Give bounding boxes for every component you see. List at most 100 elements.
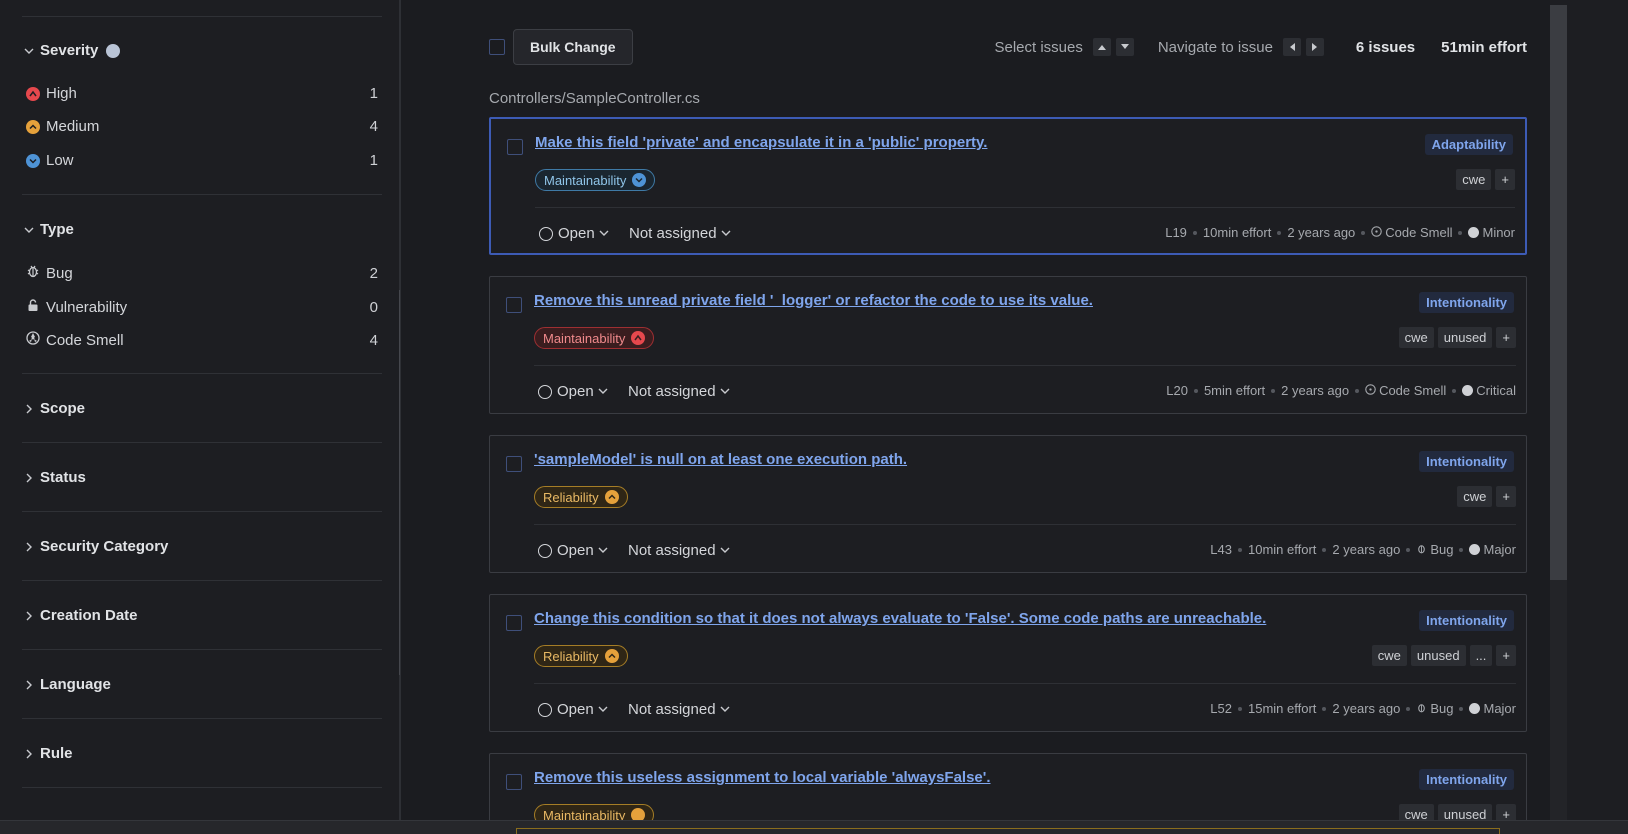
facet-item-type-code-smell[interactable]: Code Smell 4 [26, 331, 378, 349]
lock-icon [26, 298, 40, 316]
facet-title: Status [40, 469, 86, 486]
status-label: Open [557, 542, 594, 559]
issue-title-link[interactable]: 'sampleModel' is null on at least one ex… [534, 451, 907, 468]
chevron-down-icon [598, 701, 608, 718]
assignee-label: Not assigned [628, 383, 716, 400]
issue-tags[interactable]: cwe unused ... + [1371, 645, 1516, 666]
chevron-right-icon [22, 471, 36, 485]
assignee-label: Not assigned [628, 701, 716, 718]
divider [22, 718, 382, 719]
facet-status-header[interactable]: Status [22, 469, 86, 486]
clean-code-attribute-badge: Intentionality [1419, 769, 1514, 790]
divider [22, 194, 382, 195]
issue-age[interactable]: 2 years ago [1332, 542, 1400, 557]
chevron-down-icon [22, 44, 36, 58]
chevron-down-icon [720, 542, 730, 559]
status-dropdown[interactable]: Open [538, 383, 608, 400]
code-smell-icon [26, 331, 40, 349]
assignee-dropdown[interactable]: Not assigned [628, 383, 730, 400]
issue-checkbox[interactable] [507, 139, 523, 155]
issue-card[interactable]: Remove this unread private field '_logge… [489, 276, 1527, 414]
arrow-up-icon[interactable] [1092, 38, 1111, 56]
arrow-right-icon[interactable] [1305, 38, 1324, 56]
facet-item-type-bug[interactable]: Bug 2 [26, 264, 378, 282]
assignee-dropdown[interactable]: Not assigned [628, 542, 730, 559]
bulk-change-button[interactable]: Bulk Change [513, 29, 633, 65]
issue-effort: 15min effort [1247, 701, 1317, 716]
issue-card[interactable]: Make this field 'private' and encapsulat… [489, 117, 1527, 255]
open-status-icon [538, 543, 552, 558]
severity-icon [1468, 227, 1480, 238]
facet-item-type-vulnerability[interactable]: Vulnerability 0 [26, 298, 378, 316]
more-tags-button[interactable]: ... [1469, 645, 1493, 666]
clean-code-attribute-badge: Intentionality [1419, 610, 1514, 631]
status-dropdown[interactable]: Open [538, 701, 608, 718]
facet-item-count: 4 [369, 331, 378, 349]
issue-title-link[interactable]: Remove this unread private field '_logge… [534, 292, 1093, 309]
facet-type-header[interactable]: Type [22, 221, 74, 238]
issue-line[interactable]: L19 [1165, 225, 1187, 240]
add-tag-button[interactable]: + [1496, 486, 1516, 507]
tag: cwe [1456, 169, 1492, 190]
arrow-down-icon[interactable] [1115, 38, 1134, 56]
issue-age[interactable]: 2 years ago [1332, 701, 1400, 716]
issue-title-link[interactable]: Make this field 'private' and encapsulat… [535, 134, 987, 151]
assignee-dropdown[interactable]: Not assigned [628, 701, 730, 718]
issue-line[interactable]: L20 [1166, 383, 1188, 398]
issue-tags[interactable]: cwe + [1457, 486, 1516, 507]
chevron-down-icon [720, 383, 730, 400]
info-icon[interactable] [106, 43, 121, 58]
software-quality-badge[interactable]: Reliability [534, 486, 628, 508]
facet-scope-header[interactable]: Scope [22, 400, 85, 417]
facet-item-severity-medium[interactable]: Medium 4 [26, 118, 378, 135]
issue-meta: L52 15min effort 2 years ago Bug Major [1210, 701, 1516, 716]
facet-security-category-header[interactable]: Security Category [22, 538, 168, 555]
issue-line[interactable]: L43 [1210, 542, 1232, 557]
chevron-down-icon [598, 383, 608, 400]
issue-checkbox[interactable] [506, 774, 522, 790]
issue-title-link[interactable]: Change this condition so that it does no… [534, 610, 1266, 627]
arrow-left-icon[interactable] [1282, 38, 1301, 56]
divider [535, 207, 1515, 208]
facet-language-header[interactable]: Language [22, 676, 111, 693]
open-status-icon [539, 226, 553, 241]
software-quality-badge[interactable]: Maintainability [534, 327, 655, 349]
issue-title-link[interactable]: Remove this useless assignment to local … [534, 769, 991, 786]
facet-item-count: 0 [369, 298, 378, 316]
software-quality-badge[interactable]: Maintainability [535, 169, 656, 191]
add-tag-button[interactable]: + [1496, 645, 1516, 666]
status-dropdown[interactable]: Open [539, 225, 609, 242]
issue-severity: Critical [1476, 383, 1516, 398]
facet-creation-date-header[interactable]: Creation Date [22, 607, 138, 624]
status-dropdown[interactable]: Open [538, 542, 608, 559]
issue-age[interactable]: 2 years ago [1281, 383, 1349, 398]
assignee-dropdown[interactable]: Not assigned [629, 225, 731, 242]
facet-item-severity-high[interactable]: High 1 [26, 85, 378, 102]
issue-tags[interactable]: cwe unused + [1398, 327, 1516, 348]
issue-card[interactable]: Change this condition so that it does no… [489, 594, 1527, 732]
divider [22, 16, 382, 17]
issue-line[interactable]: L52 [1210, 701, 1232, 716]
divider [534, 683, 1516, 684]
select-all-checkbox[interactable] [489, 39, 505, 55]
facet-rule-header[interactable]: Rule [22, 745, 73, 762]
add-tag-button[interactable]: + [1495, 169, 1515, 190]
severity-medium-icon [604, 649, 619, 663]
select-issues-label: Select issues [994, 38, 1083, 56]
issue-card[interactable]: 'sampleModel' is null on at least one ex… [489, 435, 1527, 573]
issue-checkbox[interactable] [506, 615, 522, 631]
software-quality-badge[interactable]: Reliability [534, 645, 628, 667]
facet-item-severity-low[interactable]: Low 1 [26, 152, 378, 169]
issue-tags[interactable]: cwe + [1456, 169, 1515, 190]
facet-severity-header[interactable]: Severity [22, 42, 121, 59]
severity-high-icon [26, 86, 40, 101]
issue-severity: Major [1483, 542, 1516, 557]
issue-age[interactable]: 2 years ago [1287, 225, 1355, 240]
issue-checkbox[interactable] [506, 297, 522, 313]
severity-icon [1469, 703, 1481, 714]
main-scrollbar[interactable] [1550, 5, 1567, 580]
issue-effort: 10min effort [1247, 542, 1317, 557]
navigate-to-issue-label: Navigate to issue [1157, 38, 1273, 56]
add-tag-button[interactable]: + [1496, 327, 1516, 348]
issue-checkbox[interactable] [506, 456, 522, 472]
